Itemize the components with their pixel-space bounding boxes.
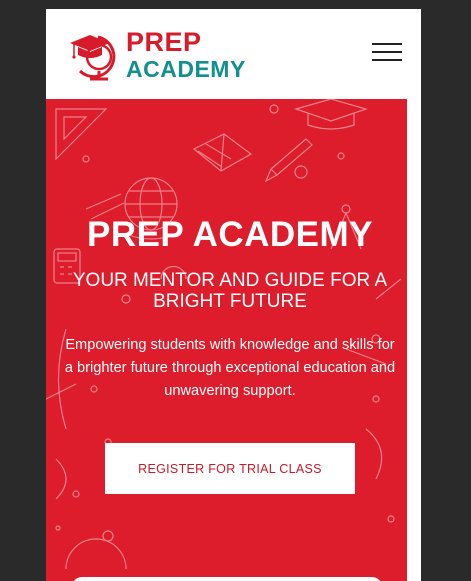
hero-title: PREP ACADEMY [86,215,374,254]
pencil-icon [264,138,313,183]
menu-bar-middle [372,51,402,53]
logo-text-academy: ACADEMY [126,56,246,82]
next-section-card [72,577,382,581]
ruler-icon [55,108,108,161]
hamburger-menu-icon[interactable] [370,39,404,65]
logo-text-prep: PREP [126,27,202,57]
book-icon [192,133,253,172]
site-header: PREP ACADEMY [46,9,421,99]
graduation-cap-icon [293,99,369,130]
menu-bar-top [372,43,402,45]
hero-section: PREP ACADEMY YOUR MENTOR AND GUIDE FOR A… [46,99,407,581]
page: PREP ACADEMY PREP ACADEMY YOUR MENTOR AN… [46,9,421,581]
register-trial-button[interactable]: REGISTER FOR TRIAL CLASS [105,443,355,494]
hero-right-edge [407,99,421,581]
logo[interactable]: PREP ACADEMY [68,27,248,83]
menu-bar-bottom [372,59,402,61]
graduation-cap-globe-icon [70,35,116,81]
hero-subtitle: YOUR MENTOR AND GUIDE FOR A BRIGHT FUTUR… [72,270,388,312]
hero-description: Empowering students with knowledge and s… [64,337,396,399]
